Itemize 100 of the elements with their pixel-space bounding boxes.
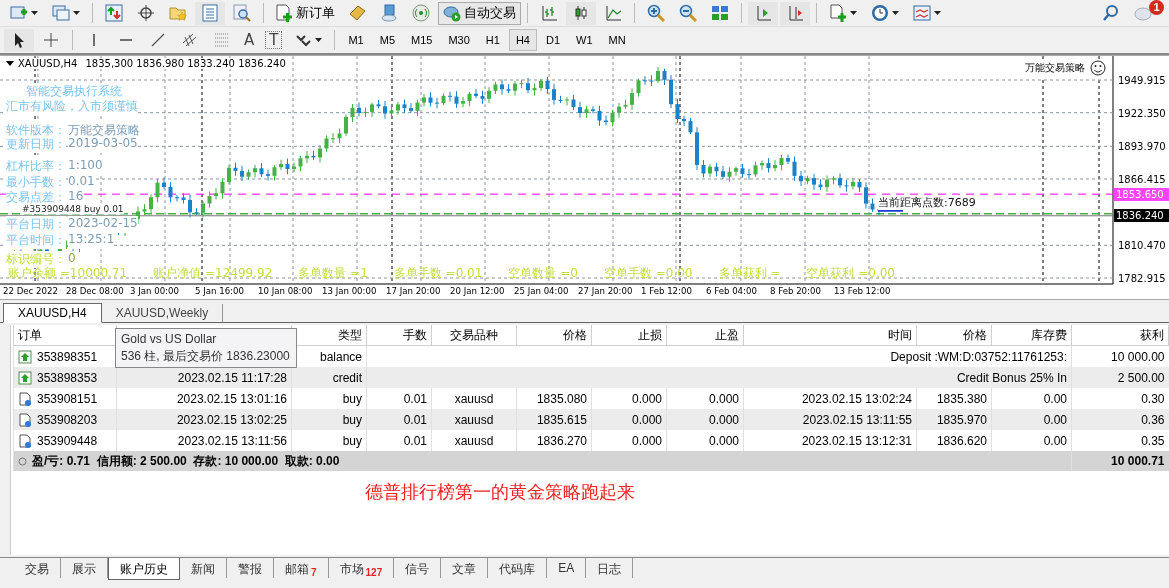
caret-icon[interactable] bbox=[73, 11, 80, 15]
table-cell: 0.000 bbox=[708, 412, 739, 427]
table-cell: 0.36 bbox=[1141, 412, 1165, 427]
tiles-icon bbox=[711, 4, 729, 22]
caret-icon[interactable] bbox=[315, 38, 323, 42]
table-cell: 2023.02.15 13:02:25 bbox=[176, 412, 287, 427]
table-cell: 0.000 bbox=[631, 391, 662, 406]
timeframe-button[interactable]: W1 bbox=[569, 29, 600, 51]
chart-shift-icon bbox=[754, 4, 772, 22]
table-cell: 2023.02.15 13:01:16 bbox=[176, 391, 287, 406]
terminal-tab[interactable]: 警报 bbox=[227, 558, 274, 578]
chat-icon bbox=[1134, 4, 1152, 22]
price-axis-label: 1922.350 bbox=[1118, 107, 1166, 119]
chat-button[interactable]: 1 bbox=[1128, 1, 1163, 25]
column-header[interactable]: 订单 bbox=[18, 327, 42, 342]
time-axis-label: 27 Jan 20:00 bbox=[578, 286, 633, 296]
info-value: 2023-02-15 bbox=[68, 216, 138, 233]
new-order-button[interactable]: 新订单 bbox=[270, 1, 340, 25]
time-axis-label: 1 Feb 12:00 bbox=[641, 286, 692, 296]
table-cell: 10 000.00 bbox=[1111, 349, 1165, 364]
price-axis-label: 1782.915 bbox=[1118, 273, 1166, 284]
column-header[interactable]: 时间 bbox=[888, 327, 912, 342]
time-axis-label: 13 Feb 12:00 bbox=[834, 286, 891, 296]
channel-icon bbox=[181, 31, 199, 49]
timeframe-button[interactable]: M30 bbox=[441, 29, 477, 51]
timeframe-button[interactable]: H1 bbox=[478, 29, 507, 51]
tooltip-title: Gold vs US Dollar bbox=[121, 331, 218, 348]
caret-icon[interactable] bbox=[934, 11, 941, 15]
terminal-tab[interactable]: 市场 $_{127}$ bbox=[328, 558, 395, 578]
text-tool-button[interactable]: A bbox=[239, 28, 260, 52]
terminal-tab[interactable]: 交易 bbox=[14, 558, 61, 578]
table-cell: balance bbox=[319, 349, 362, 364]
account-stat: 账户余额 =10000.71 bbox=[8, 265, 128, 282]
table-cell: 0.00 bbox=[1043, 391, 1067, 406]
horizontal-line-icon bbox=[119, 38, 133, 42]
terminal-tab[interactable]: 文章 bbox=[441, 558, 489, 578]
table-cell: 1835.970 bbox=[936, 412, 987, 427]
price-axis-label: 1949.915 bbox=[1118, 75, 1166, 86]
trend-line-icon bbox=[149, 31, 167, 49]
time-axis-label: 22 Dec 2022 bbox=[3, 286, 58, 296]
caret-icon[interactable] bbox=[850, 11, 857, 15]
table-cell: 2 500.00 bbox=[1117, 370, 1165, 385]
info-label: 平台时间： bbox=[6, 232, 66, 249]
chart-tab[interactable]: XAUUSD,H4 bbox=[3, 303, 102, 323]
account-stat: 空单手数 =0.00 bbox=[603, 265, 693, 282]
table-cell: 353909448 bbox=[37, 433, 98, 448]
time-axis-label: 5 Jan 16:00 bbox=[195, 286, 244, 296]
time-axis-label: 6 Feb 04:00 bbox=[706, 286, 757, 296]
timeframe-button[interactable]: H4 bbox=[508, 29, 537, 51]
table-cell: 0.01 bbox=[403, 412, 427, 427]
table-cell: 2023.02.15 13:11:56 bbox=[177, 433, 287, 448]
bid-price-badge: 1836.240 bbox=[1114, 208, 1169, 222]
time-axis-label: 20 Jan 12:00 bbox=[450, 286, 505, 296]
table-cell: Credit Bonus 25% In bbox=[956, 370, 1067, 385]
table-cell: 0.30 bbox=[1141, 391, 1165, 406]
account-stat: 多单获利 = bbox=[718, 265, 781, 282]
table-cell: 0.35 bbox=[1141, 433, 1165, 448]
timeframe-button[interactable]: M1 bbox=[341, 29, 371, 51]
time-axis-label: 13 Jan 00:00 bbox=[322, 286, 377, 296]
terminal-tab[interactable]: 代码库 bbox=[488, 558, 548, 578]
timeframe-button[interactable]: M5 bbox=[372, 29, 402, 51]
terminal-tab[interactable]: 新闻 bbox=[180, 558, 227, 578]
table-cell: 353908203 bbox=[37, 412, 98, 427]
caret-icon[interactable] bbox=[892, 11, 899, 15]
terminal-tab[interactable]: 信号 bbox=[394, 558, 442, 578]
terminal-tab[interactable]: EA bbox=[547, 558, 587, 578]
terminal-tab[interactable]: 邮箱 $_{7}$ bbox=[274, 558, 329, 578]
dotted-lines-icon bbox=[213, 31, 231, 49]
text-label-button[interactable]: T bbox=[265, 31, 283, 49]
time-axis-label: 28 Dec 08:00 bbox=[66, 286, 124, 296]
time-axis-label: 8 Feb 20:00 bbox=[770, 286, 821, 296]
timeframe-button[interactable]: D1 bbox=[538, 29, 567, 51]
caret-icon[interactable] bbox=[31, 11, 38, 15]
table-cell: 0.00 bbox=[1043, 433, 1067, 448]
chart-tab[interactable]: XAUUSD,Weekly bbox=[101, 304, 224, 322]
trade-label: #353909448 buy 0.01 bbox=[22, 204, 124, 214]
arrows-icon bbox=[105, 4, 123, 22]
autoscroll-icon bbox=[786, 4, 804, 22]
terminal-tab[interactable]: 账户历史 bbox=[108, 558, 180, 580]
table-cell: xauusd bbox=[454, 433, 494, 448]
timeframe-button[interactable]: M15 bbox=[404, 29, 440, 51]
timeframe-button[interactable]: MN bbox=[601, 29, 633, 51]
account-stat: 空单获利 =0.00 bbox=[806, 265, 895, 282]
zoom-out-icon bbox=[679, 4, 697, 22]
table-cell: 1836.270 bbox=[536, 433, 587, 448]
account-stat: 多单手数 =0.01 bbox=[393, 265, 483, 282]
table-cell: 1836.620 bbox=[936, 433, 987, 448]
crosshair-icon bbox=[137, 4, 155, 22]
table-cell: Deposit :WM:D:03752:11761253: bbox=[890, 349, 1067, 364]
table-cell: buy bbox=[342, 412, 362, 427]
price-axis-label: 1810.470 bbox=[1118, 240, 1166, 252]
table-cell: 0.000 bbox=[631, 433, 662, 448]
info-heading: 汇市有风险，入市须谨慎 bbox=[6, 98, 138, 115]
column-header[interactable]: 获利 bbox=[1140, 327, 1164, 342]
auto-trading-button[interactable]: 自动交易 bbox=[438, 1, 521, 25]
terminal-tab[interactable]: 日志 bbox=[586, 558, 634, 578]
table-cell: 0.000 bbox=[708, 433, 739, 448]
table-cell: xauusd bbox=[454, 391, 494, 406]
crosshair-icon bbox=[42, 31, 60, 49]
windows-icon bbox=[52, 4, 70, 22]
